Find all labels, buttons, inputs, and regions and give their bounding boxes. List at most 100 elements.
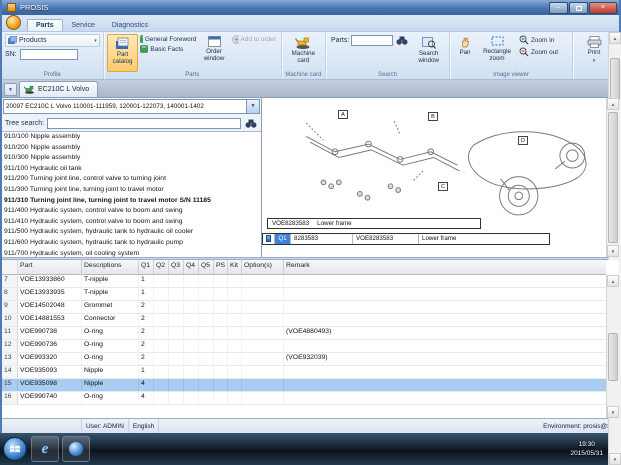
search-window-label: Search window: [418, 50, 439, 65]
column-header[interactable]: Q1: [139, 259, 154, 275]
machine-card-button[interactable]: Machine card: [285, 34, 321, 72]
table-scrollbar[interactable]: ▲ ▼: [606, 274, 619, 418]
zoom-in-button[interactable]: Zoom In: [519, 35, 567, 45]
maximize-button[interactable]: [569, 1, 588, 14]
table-row[interactable]: 16 VOE990740 O-ring 4: [2, 391, 606, 405]
basic-facts-button[interactable]: Basic Facts: [140, 45, 196, 53]
close-button[interactable]: ×: [589, 1, 617, 14]
table-row[interactable]: 13 VOE993320 O-ring 2 (VOE932039): [2, 352, 606, 366]
table-cell: VOE935098: [18, 378, 82, 391]
column-header[interactable]: Q5: [199, 259, 214, 275]
column-header[interactable]: Q3: [169, 259, 184, 275]
table-cell: [242, 339, 284, 352]
tree-search-button[interactable]: [244, 119, 258, 128]
scroll-down-icon[interactable]: ▼: [607, 406, 619, 418]
table-cell: 2: [139, 326, 154, 339]
tab-list-dropdown[interactable]: ▼: [4, 83, 17, 96]
add-to-order-button[interactable]: Add to order: [231, 35, 276, 44]
callout-b[interactable]: B: [428, 112, 438, 121]
table-row[interactable]: 11 VOE990738 O-ring 2 (VOE4880493): [2, 326, 606, 340]
find-parts-button[interactable]: [395, 36, 409, 45]
table-cell: 2: [139, 300, 154, 313]
part-catalog-button[interactable]: Part catalog: [106, 34, 139, 72]
column-header[interactable]: Remark: [284, 259, 606, 275]
tree-item[interactable]: 911/300 Turning joint line, turning join…: [2, 185, 248, 196]
table-cell: [242, 352, 284, 365]
table-row[interactable]: 14 VOE935093 Nipple 1: [2, 365, 606, 379]
tree-item[interactable]: 910/300 Nipple assembly: [2, 153, 248, 164]
column-header[interactable]: Kit: [228, 259, 242, 275]
table-cell: [199, 274, 214, 287]
tree-item[interactable]: 911/100 Hydraulic oil tank: [2, 164, 248, 175]
table-row[interactable]: 12 VOE990736 O-ring 2: [2, 339, 606, 353]
image-scrollbar[interactable]: ▲ ▼: [606, 98, 619, 257]
pan-button[interactable]: Pan: [453, 34, 477, 72]
tree-item[interactable]: 911/310 Turning joint line, turning join…: [2, 196, 248, 207]
search-window-button[interactable]: Search window: [411, 34, 446, 72]
tree-item[interactable]: 911/500 Hydraulic system, hydraulic tank…: [2, 227, 248, 238]
rectangle-zoom-button[interactable]: Rectangle zoom: [477, 34, 517, 72]
minimize-button[interactable]: –: [549, 1, 568, 14]
column-header[interactable]: Q2: [154, 259, 169, 275]
table-cell: 4: [139, 391, 154, 404]
ribbon-group-profile: Products SN: Profile: [2, 32, 104, 79]
column-header[interactable]: Part: [18, 259, 82, 275]
tab-service[interactable]: Service: [64, 20, 103, 31]
taskbar-app-icon[interactable]: [62, 436, 90, 462]
doc-tab-ec210c[interactable]: EC210C L Volvo: [19, 81, 99, 97]
scrollbar-thumb[interactable]: [608, 112, 618, 243]
table-cell: Nipple: [82, 378, 139, 391]
products-dropdown[interactable]: Products: [5, 34, 100, 47]
scroll-down-icon[interactable]: ▼: [607, 244, 619, 257]
system-tray[interactable]: 19:30 2015/05/31: [564, 440, 613, 458]
application-menu-button[interactable]: [6, 15, 21, 30]
chevron-down-icon[interactable]: ▼: [246, 100, 259, 113]
table-row[interactable]: 10 VOE14881553 Connector 2: [2, 313, 606, 327]
scroll-up-icon[interactable]: ▲: [609, 32, 621, 44]
column-header[interactable]: Q4: [184, 259, 199, 275]
scroll-down-icon[interactable]: ▼: [609, 453, 621, 465]
selected-part-strip[interactable]: Q1 8283583 VOE8283583 Lower frame: [262, 232, 550, 245]
taskbar-internet-explorer-icon[interactable]: e: [31, 436, 59, 462]
column-header[interactable]: [2, 259, 18, 275]
callout-d[interactable]: D: [518, 136, 528, 145]
scroll-up-icon[interactable]: ▲: [607, 98, 619, 110]
table-row[interactable]: 15 VOE935098 Nipple 4: [2, 378, 606, 392]
tree-item[interactable]: 911/410 Hydraulic system, control valve …: [2, 217, 248, 228]
callout-a[interactable]: A: [338, 110, 348, 119]
table-row[interactable]: 8 VOE13933935 T-nipple 1: [2, 287, 606, 301]
tree-item[interactable]: 911/200 Turning joint line, control valv…: [2, 174, 248, 185]
scrollbar-thumb[interactable]: [608, 332, 618, 381]
tab-diagnostics[interactable]: Diagnostics: [104, 20, 156, 31]
tree-item[interactable]: 910/200 Nipple assembly: [2, 143, 248, 154]
sn-input[interactable]: [19, 49, 78, 60]
print-button[interactable]: Print: [576, 34, 612, 78]
table-row[interactable]: 9 VOE14502048 Grommet 2: [2, 300, 606, 314]
callout-c[interactable]: C: [438, 182, 448, 191]
table-cell: [184, 352, 199, 365]
taskbar-clock[interactable]: 19:30 2015/05/31: [570, 440, 603, 458]
parts-search-input[interactable]: [351, 35, 394, 46]
table-row[interactable]: 7 VOE13933860 T-nipple 1: [2, 274, 606, 288]
tree-item[interactable]: 911/400 Hydraulic system, control valve …: [2, 206, 248, 217]
column-header[interactable]: Descriptions: [82, 259, 139, 275]
printer-icon: [587, 36, 601, 48]
zoom-out-button[interactable]: Zoom out: [519, 47, 567, 57]
table-cell: [184, 378, 199, 391]
column-header[interactable]: PS: [214, 259, 228, 275]
tree-search-input[interactable]: [47, 117, 241, 129]
scroll-up-icon[interactable]: ▲: [607, 274, 619, 287]
model-selector[interactable]: 20097 EC210C L Volvo 110001-111959, 1200…: [3, 99, 260, 114]
tree-item[interactable]: 911/600 Hydraulic system, hydraulic tank…: [2, 238, 248, 249]
general-foreword-button[interactable]: General Foreword: [140, 35, 196, 43]
tab-parts[interactable]: Parts: [27, 19, 63, 31]
start-button[interactable]: [3, 437, 27, 461]
scrollbar-thumb[interactable]: [610, 58, 620, 100]
tree-item[interactable]: 910/100 Nipple assembly: [2, 132, 248, 143]
tree-item[interactable]: 911/700 Hydraulic system, oil cooling sy…: [2, 249, 248, 257]
table-cell: [154, 313, 169, 326]
title-bar[interactable]: PROSIS – ×: [2, 0, 619, 15]
table-cell: [228, 365, 242, 378]
column-header[interactable]: Option(s): [242, 259, 284, 275]
order-window-button[interactable]: Order window: [198, 34, 229, 72]
